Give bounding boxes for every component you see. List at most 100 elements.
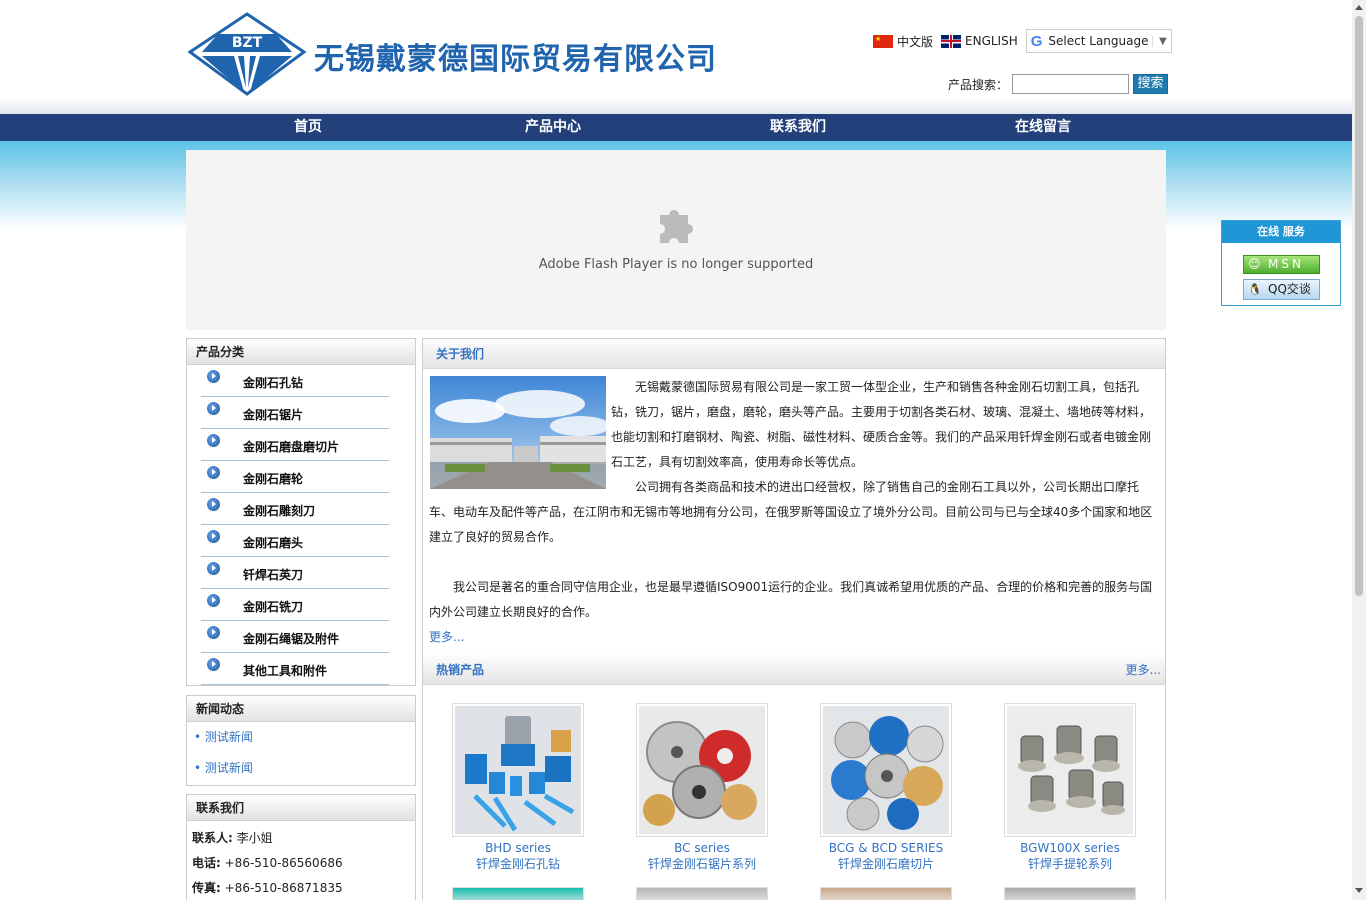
qq-button[interactable]: QQ交谈	[1243, 279, 1320, 300]
product-image[interactable]	[636, 887, 768, 900]
product-card[interactable]: BHD series 钎焊金刚石孔钻	[442, 703, 594, 872]
about-more-link[interactable]: 更多...	[429, 625, 1161, 650]
category-item[interactable]: 金刚石孔钻	[201, 365, 389, 397]
product-name-en[interactable]: BGW100X series	[994, 840, 1146, 856]
product-name-cn[interactable]: 钎焊金刚石锯片系列	[626, 856, 778, 872]
arrow-bullet-icon	[207, 498, 220, 511]
arrow-bullet-icon	[207, 626, 220, 639]
news-box: 新闻动态 • 测试新闻 • 测试新闻	[186, 695, 416, 786]
product-name-cn[interactable]: 钎焊手提轮系列	[994, 856, 1146, 872]
page-scrollbar[interactable]	[1352, 0, 1366, 900]
category-label: 金刚石孔钻	[243, 376, 304, 390]
contact-person-value: 李小姐	[232, 831, 273, 845]
main-nav: 首页 产品中心 联系我们 在线留言	[0, 114, 1352, 141]
category-label: 钎焊石英刀	[243, 568, 304, 582]
category-label: 金刚石磨头	[243, 536, 304, 550]
contact-phone-value: +86-510-86560686	[220, 856, 343, 870]
contact-phone: 电话: +86-510-86560686	[187, 851, 415, 876]
company-name: 无锡戴蒙德国际贸易有限公司	[314, 42, 717, 77]
plugin-puzzle-icon	[660, 210, 693, 243]
category-item[interactable]: 金刚石磨盘磨切片	[201, 429, 389, 461]
hot-more-link[interactable]: 更多...	[1126, 655, 1161, 685]
category-label: 金刚石铣刀	[243, 600, 304, 614]
category-label: 金刚石雕刻刀	[243, 504, 316, 518]
lang-en-label: ENGLISH	[965, 34, 1018, 48]
lang-cn-label: 中文版	[897, 34, 934, 49]
company-logo[interactable]: BZT	[187, 12, 307, 96]
scroll-up-icon[interactable]	[1355, 5, 1363, 10]
hot-products-title-text: 热销产品	[436, 663, 485, 677]
product-image[interactable]	[452, 887, 584, 900]
contact-title: 联系我们	[187, 795, 415, 821]
product-card[interactable]: BC series 钎焊金刚石锯片系列	[626, 703, 778, 872]
about-title-text: 关于我们	[436, 347, 485, 361]
contact-person-label: 联系人:	[192, 831, 233, 845]
arrow-bullet-icon	[207, 530, 220, 543]
product-image[interactable]	[820, 703, 952, 837]
arrow-bullet-icon	[207, 370, 220, 383]
category-item[interactable]: 金刚石铣刀	[201, 589, 389, 621]
category-label: 其他工具和附件	[243, 664, 328, 678]
arrow-bullet-icon	[207, 466, 220, 479]
arrow-bullet-icon	[207, 658, 220, 671]
nav-home[interactable]: 首页	[294, 114, 322, 141]
category-item[interactable]: 金刚石雕刻刀	[201, 493, 389, 525]
arrow-bullet-icon	[207, 434, 220, 447]
translate-label: Select Language	[1048, 34, 1149, 48]
search-button[interactable]: 搜索	[1133, 74, 1169, 94]
online-service-widget: 在线 服务 MSN QQ交谈	[1221, 220, 1341, 306]
flash-message: Adobe Flash Player is no longer supporte…	[538, 257, 814, 272]
product-name-cn[interactable]: 钎焊金刚石磨切片	[810, 856, 962, 872]
category-title: 产品分类	[187, 339, 415, 365]
product-image[interactable]	[452, 703, 584, 837]
google-translate-select[interactable]: G Select Language ▼	[1025, 29, 1172, 53]
category-label: 金刚石磨轮	[243, 472, 304, 486]
category-box: 产品分类 金刚石孔钻 金刚石锯片 金刚石磨盘磨切片 金刚石磨轮 金刚石雕刻刀 金…	[186, 338, 416, 686]
arrow-bullet-icon	[207, 594, 220, 607]
product-image[interactable]	[820, 887, 952, 900]
nav-products[interactable]: 产品中心	[525, 114, 581, 141]
scroll-thumb[interactable]	[1355, 16, 1363, 596]
language-bar: 中文版 ENGLISH G Select Language ▼	[873, 29, 1172, 53]
search-input[interactable]	[1012, 74, 1130, 94]
search-label: 产品搜索：	[948, 77, 1009, 92]
chevron-down-icon: ▼	[1152, 35, 1167, 47]
product-name-en[interactable]: BHD series	[442, 840, 594, 856]
logo-text: BZT	[232, 35, 263, 51]
product-image[interactable]	[636, 703, 768, 837]
contact-fax-value: +86-510-86871835	[220, 881, 343, 895]
news-item[interactable]: • 测试新闻	[187, 722, 415, 753]
category-item[interactable]: 其他工具和附件	[201, 653, 389, 685]
news-item[interactable]: • 测试新闻	[187, 753, 415, 784]
news-title: 新闻动态	[187, 696, 415, 722]
lang-cn-link[interactable]: 中文版	[873, 33, 933, 50]
product-card[interactable]: BCG & BCD SERIES 钎焊金刚石磨切片	[810, 703, 962, 872]
category-item[interactable]: 金刚石磨头	[201, 525, 389, 557]
header-fade	[0, 98, 1352, 114]
online-service-title: 在线 服务	[1222, 221, 1340, 243]
product-image[interactable]	[1004, 887, 1136, 900]
product-name-en[interactable]: BC series	[626, 840, 778, 856]
nav-contact[interactable]: 联系我们	[770, 114, 826, 141]
category-item[interactable]: 金刚石锯片	[201, 397, 389, 429]
main-content: 关于我们 无锡戴蒙德国际贸易有限公司是一家工贸一体型企业，生产和销售各种金刚石切…	[422, 338, 1166, 900]
msn-button[interactable]: MSN	[1243, 255, 1320, 274]
category-item[interactable]: 钎焊石英刀	[201, 557, 389, 589]
product-name-en[interactable]: BCG & BCD SERIES	[810, 840, 962, 856]
contact-box: 联系我们 联系人: 李小姐 电话: +86-510-86560686 传真: +…	[186, 794, 416, 900]
google-icon: G	[1030, 32, 1043, 50]
product-card[interactable]: BGW100X series 钎焊手提轮系列	[994, 703, 1146, 872]
product-name-cn[interactable]: 钎焊金刚石孔钻	[442, 856, 594, 872]
product-search: 产品搜索： 搜索	[948, 74, 1169, 94]
category-item[interactable]: 金刚石绳锯及附件	[201, 621, 389, 653]
scroll-down-icon[interactable]	[1355, 888, 1363, 893]
lang-en-link[interactable]: ENGLISH	[941, 34, 1018, 48]
china-flag-icon	[873, 34, 893, 48]
product-image[interactable]	[1004, 703, 1136, 837]
contact-person: 联系人: 李小姐	[187, 826, 415, 851]
uk-flag-icon	[941, 34, 962, 48]
nav-message[interactable]: 在线留言	[1015, 114, 1071, 141]
flash-banner: Adobe Flash Player is no longer supporte…	[186, 150, 1166, 330]
category-item[interactable]: 金刚石磨轮	[201, 461, 389, 493]
arrow-bullet-icon	[207, 402, 220, 415]
